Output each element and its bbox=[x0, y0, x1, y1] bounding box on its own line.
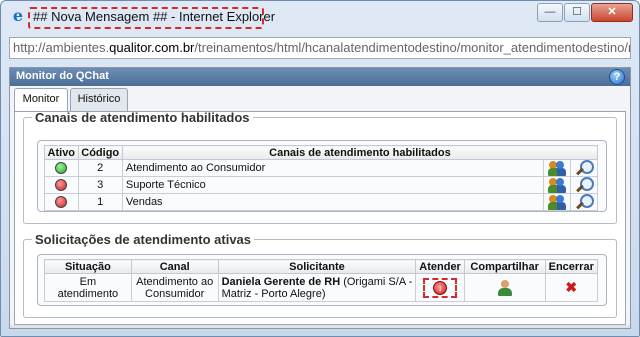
channel-name: Suporte Técnico bbox=[121, 176, 545, 194]
requests-legend: Solicitações de atendimento ativas bbox=[35, 232, 252, 247]
col-canal: Canal bbox=[130, 259, 219, 274]
table-row: 2 Atendimento ao Consumidor bbox=[44, 159, 598, 177]
magnify-icon[interactable] bbox=[575, 177, 595, 193]
share-icon[interactable] bbox=[496, 279, 514, 296]
requester-org-1: (Origami S/A - bbox=[340, 275, 413, 288]
status-offline-icon bbox=[55, 179, 68, 192]
url-path: /treinamentos/html/hcanalatendimentodest… bbox=[194, 40, 631, 55]
internet-explorer-icon: e bbox=[12, 6, 24, 25]
help-icon[interactable]: ? bbox=[609, 69, 625, 85]
tab-historico[interactable]: Histórico bbox=[70, 88, 128, 111]
status-online-icon bbox=[55, 162, 68, 175]
channel-name: Atendimento ao Consumidor bbox=[121, 159, 545, 177]
request-requester: Daniela Gerente de RH (Origami S/A - Mat… bbox=[217, 273, 417, 302]
col-situacao: Situação bbox=[44, 259, 132, 274]
window-controls: — ☐ ✕ bbox=[536, 3, 633, 22]
tab-monitor[interactable]: Monitor bbox=[14, 88, 68, 112]
minimize-button[interactable]: — bbox=[537, 3, 563, 22]
close-request-icon[interactable]: ✖ bbox=[565, 279, 577, 295]
status-offline-icon bbox=[55, 196, 68, 209]
channel-code: 3 bbox=[77, 176, 123, 194]
channels-table-container: Ativo Código Canais de atendimento habil… bbox=[37, 140, 607, 212]
channel-code: 2 bbox=[77, 159, 123, 177]
col-codigo: Código bbox=[77, 145, 123, 160]
col-compartilhar: Compartilhar bbox=[463, 259, 546, 274]
magnify-icon[interactable] bbox=[575, 160, 595, 176]
col-ativo: Ativo bbox=[44, 145, 79, 160]
attendants-icon[interactable] bbox=[548, 177, 567, 193]
channels-table: Ativo Código Canais de atendimento habil… bbox=[44, 145, 599, 211]
panel-title: Monitor do QChat bbox=[16, 70, 109, 82]
horizontal-scrollbar[interactable] bbox=[10, 325, 630, 328]
col-atender: Atender bbox=[415, 259, 465, 274]
requester-name: Daniela Gerente de RH bbox=[221, 275, 341, 288]
attend-icon: ↓ bbox=[433, 280, 448, 295]
address-bar[interactable]: http://ambientes.qualitor.com.br/treinam… bbox=[9, 37, 631, 59]
table-row: Em atendimento Atendimento ao Consumidor… bbox=[44, 273, 598, 302]
requests-table: Situação Canal Solicitante Atender Compa… bbox=[44, 259, 598, 302]
col-solicitante: Solicitante bbox=[217, 259, 417, 274]
panel-header: Monitor do QChat ? bbox=[10, 68, 630, 86]
magnify-icon[interactable] bbox=[575, 194, 595, 210]
qchat-monitor-panel: Monitor do QChat ? Monitor Histórico Can… bbox=[9, 67, 631, 329]
table-row: 3 Suporte Técnico bbox=[44, 176, 598, 194]
channels-legend: Canais de atendimento habilitados bbox=[35, 110, 250, 125]
table-row: 1 Vendas bbox=[44, 193, 598, 211]
col-encerrar: Encerrar bbox=[544, 259, 598, 274]
attendants-icon[interactable] bbox=[548, 194, 567, 210]
window-title: ## Nova Mensagem ## - Internet Explorer bbox=[33, 9, 276, 24]
request-channel-line2: Consumidor bbox=[145, 287, 205, 300]
title-bar: e ## Nova Mensagem ## - Internet Explore… bbox=[1, 1, 639, 31]
request-channel-line1: Atendimento ao bbox=[136, 275, 214, 288]
attendants-icon[interactable] bbox=[548, 160, 567, 176]
url-prefix: http://ambientes. bbox=[13, 40, 110, 55]
maximize-button[interactable]: ☐ bbox=[564, 3, 590, 22]
requester-org-2: Matriz - Porto Alegre) bbox=[221, 287, 326, 300]
col-canais: Canais de atendimento habilitados bbox=[121, 145, 599, 160]
tab-content-monitor: Canais de atendimento habilitados Ativo … bbox=[14, 110, 626, 325]
attend-button[interactable]: ↓ bbox=[423, 277, 458, 298]
request-channel: Atendimento ao Consumidor bbox=[130, 273, 219, 302]
close-button[interactable]: ✕ bbox=[591, 3, 633, 22]
request-situation: Em atendimento bbox=[44, 273, 132, 302]
channel-code: 1 bbox=[77, 193, 123, 211]
requests-table-container: Situação Canal Solicitante Atender Compa… bbox=[37, 254, 607, 306]
channel-name: Vendas bbox=[121, 193, 545, 211]
url-host: qualitor.com.br bbox=[109, 40, 195, 55]
browser-window: e ## Nova Mensagem ## - Internet Explore… bbox=[0, 0, 640, 337]
